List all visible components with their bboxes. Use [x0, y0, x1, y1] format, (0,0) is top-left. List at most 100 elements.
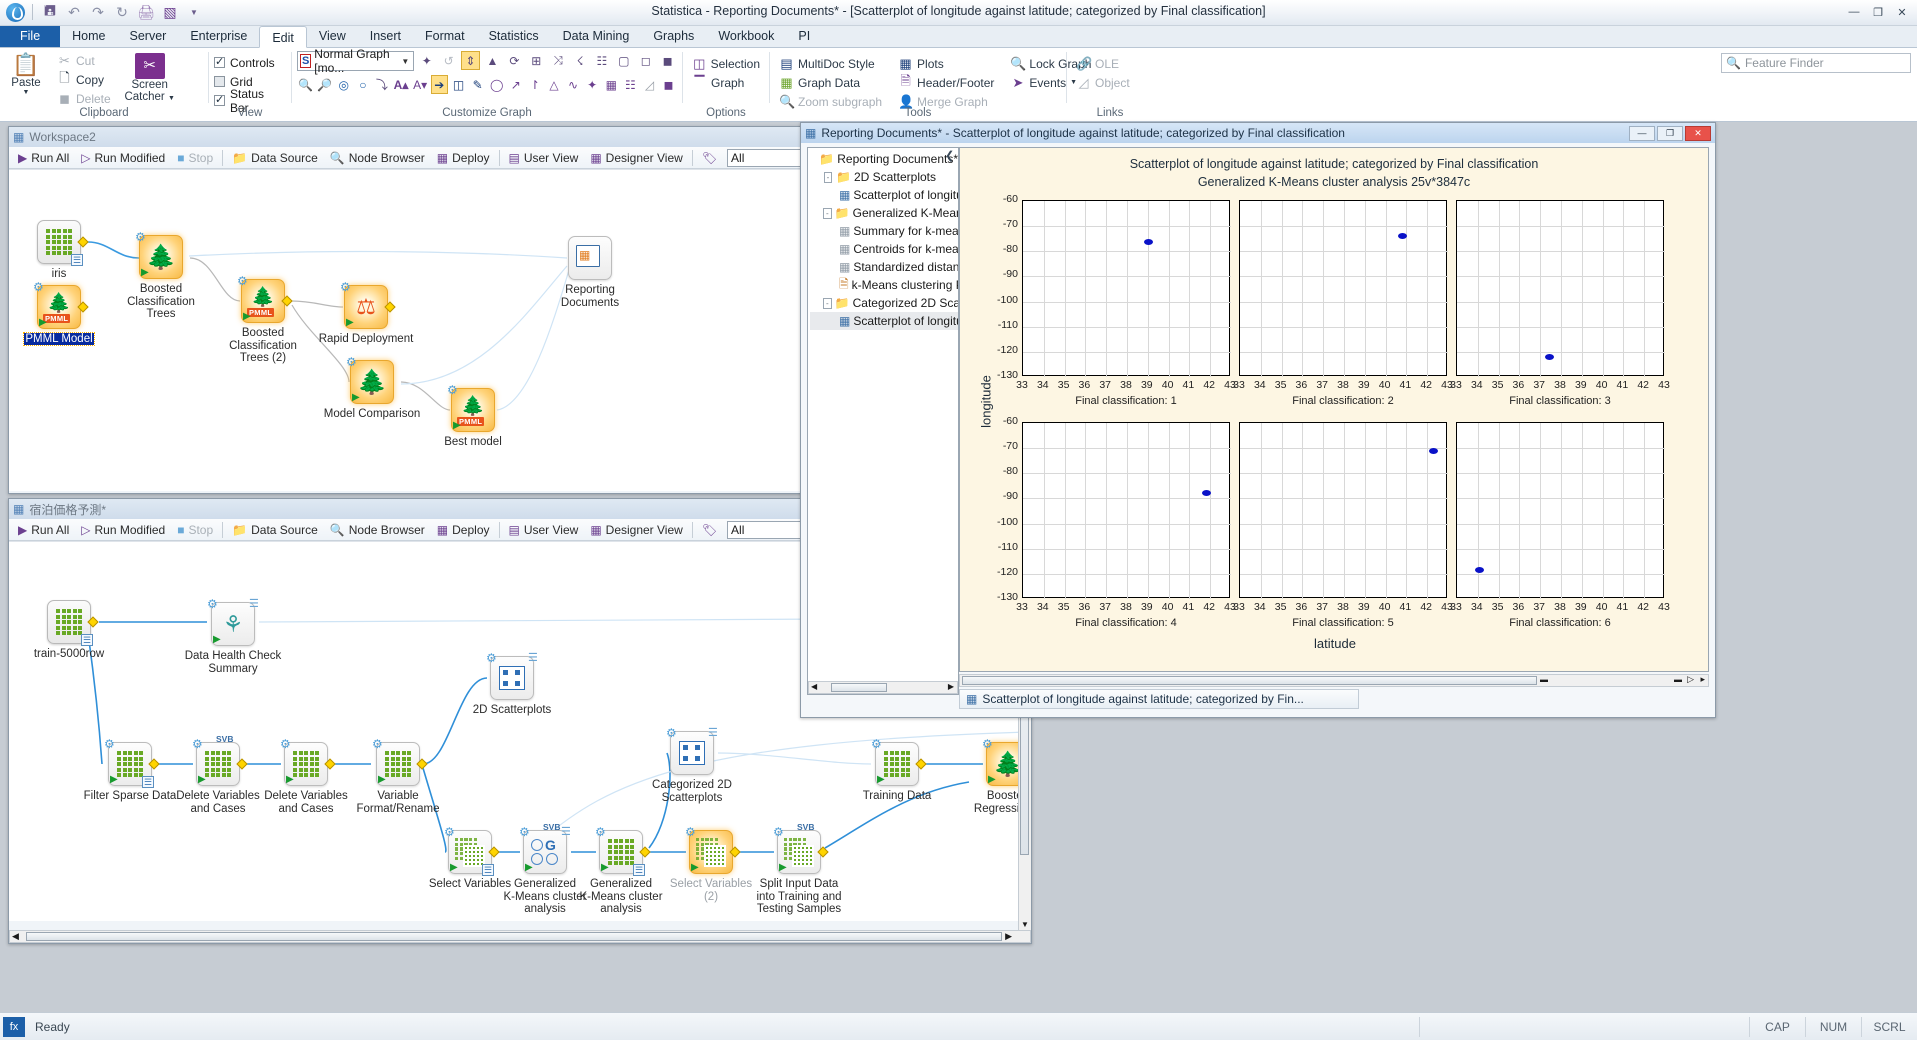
gear-icon[interactable]: ⚙: [372, 737, 383, 751]
play-icon[interactable]: ▶: [352, 392, 360, 403]
gear-icon[interactable]: ⚙: [447, 383, 458, 397]
gear-icon[interactable]: ⚙: [135, 230, 146, 244]
gear-icon[interactable]: ⚙: [773, 825, 784, 839]
deploy-button[interactable]: ▦ Deploy: [431, 520, 496, 540]
tree-toggle-icon[interactable]: -: [823, 298, 832, 309]
report-title-bar[interactable]: ▦ Reporting Documents* - Scatterplot of …: [801, 123, 1715, 143]
ribbon-tab-format[interactable]: Format: [413, 25, 477, 47]
pan-icon[interactable]: ⤵: [373, 75, 390, 94]
play-icon[interactable]: ▶: [141, 267, 149, 278]
tree-item-2[interactable]: ▦ Scatterplot of longitu: [810, 186, 958, 204]
node-icon-reporting-documents[interactable]: ▦: [568, 236, 612, 280]
designer-view-button[interactable]: ▦ Designer View: [584, 148, 689, 168]
ellipse-icon[interactable]: ◯: [488, 75, 505, 94]
checkbox-icon[interactable]: [214, 76, 225, 87]
selection-button[interactable]: ◫ Selection: [688, 54, 764, 73]
dash-icon[interactable]: ☷: [592, 51, 611, 70]
ribbon-tab-view[interactable]: View: [307, 25, 358, 47]
paste-button[interactable]: 📋 Paste ▼: [5, 51, 47, 97]
zoom-in-icon[interactable]: 🔍: [297, 75, 314, 94]
chart-panel-5[interactable]: [1239, 422, 1448, 599]
curve-icon[interactable]: ∿: [565, 75, 582, 94]
deploy-button[interactable]: ▦ Deploy: [431, 148, 496, 168]
report-horizontal-scrollbar[interactable]: ▬ ▬ ▷ ▸: [959, 674, 1709, 687]
tree-scroll-thumb[interactable]: [831, 683, 887, 692]
gear-icon[interactable]: ⚙: [871, 737, 882, 751]
horizontal-scrollbar[interactable]: ◀ ▶: [9, 930, 1031, 943]
chart-pane[interactable]: Scatterplot of longitude against latitud…: [959, 147, 1709, 672]
multidoc-style-button[interactable]: ▤ MultiDoc Style: [775, 54, 886, 73]
play-icon[interactable]: ▶: [39, 317, 47, 328]
play-icon[interactable]: ▶: [453, 420, 461, 431]
gear-icon[interactable]: ⚙: [982, 737, 993, 751]
play-icon[interactable]: ▶: [601, 862, 609, 873]
flip-icon[interactable]: ⤨: [549, 51, 568, 70]
font-shrink-icon[interactable]: A▾: [412, 75, 429, 94]
zoom-region-icon[interactable]: ◎: [335, 75, 352, 94]
arrange-icon[interactable]: ⊞: [527, 51, 546, 70]
node-browser-button[interactable]: 🔍 Node Browser: [324, 148, 431, 168]
stop-button[interactable]: ■ Stop: [171, 148, 219, 168]
ribbon-tab-insert[interactable]: Insert: [358, 25, 413, 47]
zoom-reset-icon[interactable]: ○: [354, 75, 371, 94]
chart-panel-1[interactable]: [1022, 200, 1231, 377]
gear-icon[interactable]: ⚙: [486, 651, 497, 665]
play-icon[interactable]: ▶: [110, 774, 118, 785]
minimize-button[interactable]: —: [1843, 3, 1865, 21]
node-icon[interactable]: ☇: [571, 51, 590, 70]
play-icon[interactable]: ▶: [779, 862, 787, 873]
report-scroll-thumb[interactable]: [962, 676, 1537, 685]
ribbon-tab-home[interactable]: Home: [60, 25, 117, 47]
gear-icon[interactable]: ⚙: [340, 280, 351, 294]
gear-icon[interactable]: ⚙: [346, 355, 357, 369]
run-modified-button[interactable]: ▷ Run Modified: [75, 520, 171, 540]
fill-icon[interactable]: ▢: [614, 51, 633, 70]
gear-icon[interactable]: ⚙: [33, 280, 44, 294]
screen-catcher-button[interactable]: ✂ Screen Catcher ▼: [121, 51, 179, 105]
brush-icon[interactable]: ✦: [417, 51, 436, 70]
bar-icon[interactable]: ☷: [622, 75, 639, 94]
ribbon-tab-edit[interactable]: Edit: [259, 26, 307, 48]
group-icon[interactable]: ◻: [636, 51, 655, 70]
plots-button[interactable]: ▦ Plots: [894, 54, 998, 73]
shape2-icon[interactable]: ◼: [660, 75, 677, 94]
window-controls[interactable]: — ❐ ✕: [1843, 3, 1913, 21]
ribbon-tab-server[interactable]: Server: [118, 25, 179, 47]
draw-icon[interactable]: ✎: [469, 75, 486, 94]
ribbon-tab-file[interactable]: File: [0, 25, 61, 47]
rotate-icon[interactable]: ⟳: [505, 51, 524, 70]
pointer-icon[interactable]: ➔: [430, 75, 448, 94]
gear-icon[interactable]: ⚙: [685, 825, 696, 839]
tree-item-1[interactable]: - 📁 2D Scatterplots: [810, 168, 958, 186]
scroll-thumb[interactable]: [26, 932, 1002, 941]
ribbon-tab-data-mining[interactable]: Data Mining: [551, 25, 642, 47]
collapse-tree-icon[interactable]: ❮: [945, 149, 954, 162]
tree-horizontal-scrollbar[interactable]: ◀ ▶: [808, 681, 958, 694]
play-icon[interactable]: ▶: [450, 862, 458, 873]
tag-button[interactable]: 🏷: [696, 520, 723, 540]
run-all-button[interactable]: ▶ Run All: [12, 520, 75, 540]
ungroup-icon[interactable]: ◼: [658, 51, 677, 70]
gear-icon[interactable]: ⚙: [207, 597, 218, 611]
header-footer-button[interactable]: 🗎 Header/Footer: [894, 73, 998, 92]
minimize-button[interactable]: —: [1629, 125, 1655, 141]
tree-item-7[interactable]: 🗎 k-Means clustering P: [810, 276, 958, 294]
tree-item-9[interactable]: ▦ Scatterplot of longitu: [810, 312, 958, 330]
tree-item-0[interactable]: 📁 Reporting Documents*: [810, 150, 958, 168]
report-tree[interactable]: 📁 Reporting Documents* - 📁 2D Scatterplots ▦ S…: [807, 147, 959, 695]
shape-icon[interactable]: ▲: [483, 51, 502, 70]
font-grow-icon[interactable]: A▴: [392, 75, 409, 94]
reporting-documents-window[interactable]: ▦ Reporting Documents* - Scatterplot of …: [800, 122, 1716, 718]
play-icon[interactable]: ▶: [213, 634, 221, 645]
play-icon[interactable]: ▶: [378, 774, 386, 785]
object-button[interactable]: ◿ Object: [1072, 73, 1148, 92]
play-icon[interactable]: ▶: [988, 774, 996, 785]
ribbon-tab-pi[interactable]: PI: [786, 25, 822, 47]
report-document-tab[interactable]: ▦ Scatterplot of longitude against latit…: [959, 689, 1359, 709]
ole-button[interactable]: 🔗 OLE: [1072, 54, 1148, 73]
play-icon[interactable]: ▶: [243, 311, 251, 322]
delete-button[interactable]: ◼ Delete: [53, 89, 115, 108]
ribbon-tab-graphs[interactable]: Graphs: [641, 25, 706, 47]
chart-panel-2[interactable]: [1239, 200, 1448, 377]
feature-finder-input[interactable]: 🔍 Feature Finder: [1721, 53, 1911, 73]
